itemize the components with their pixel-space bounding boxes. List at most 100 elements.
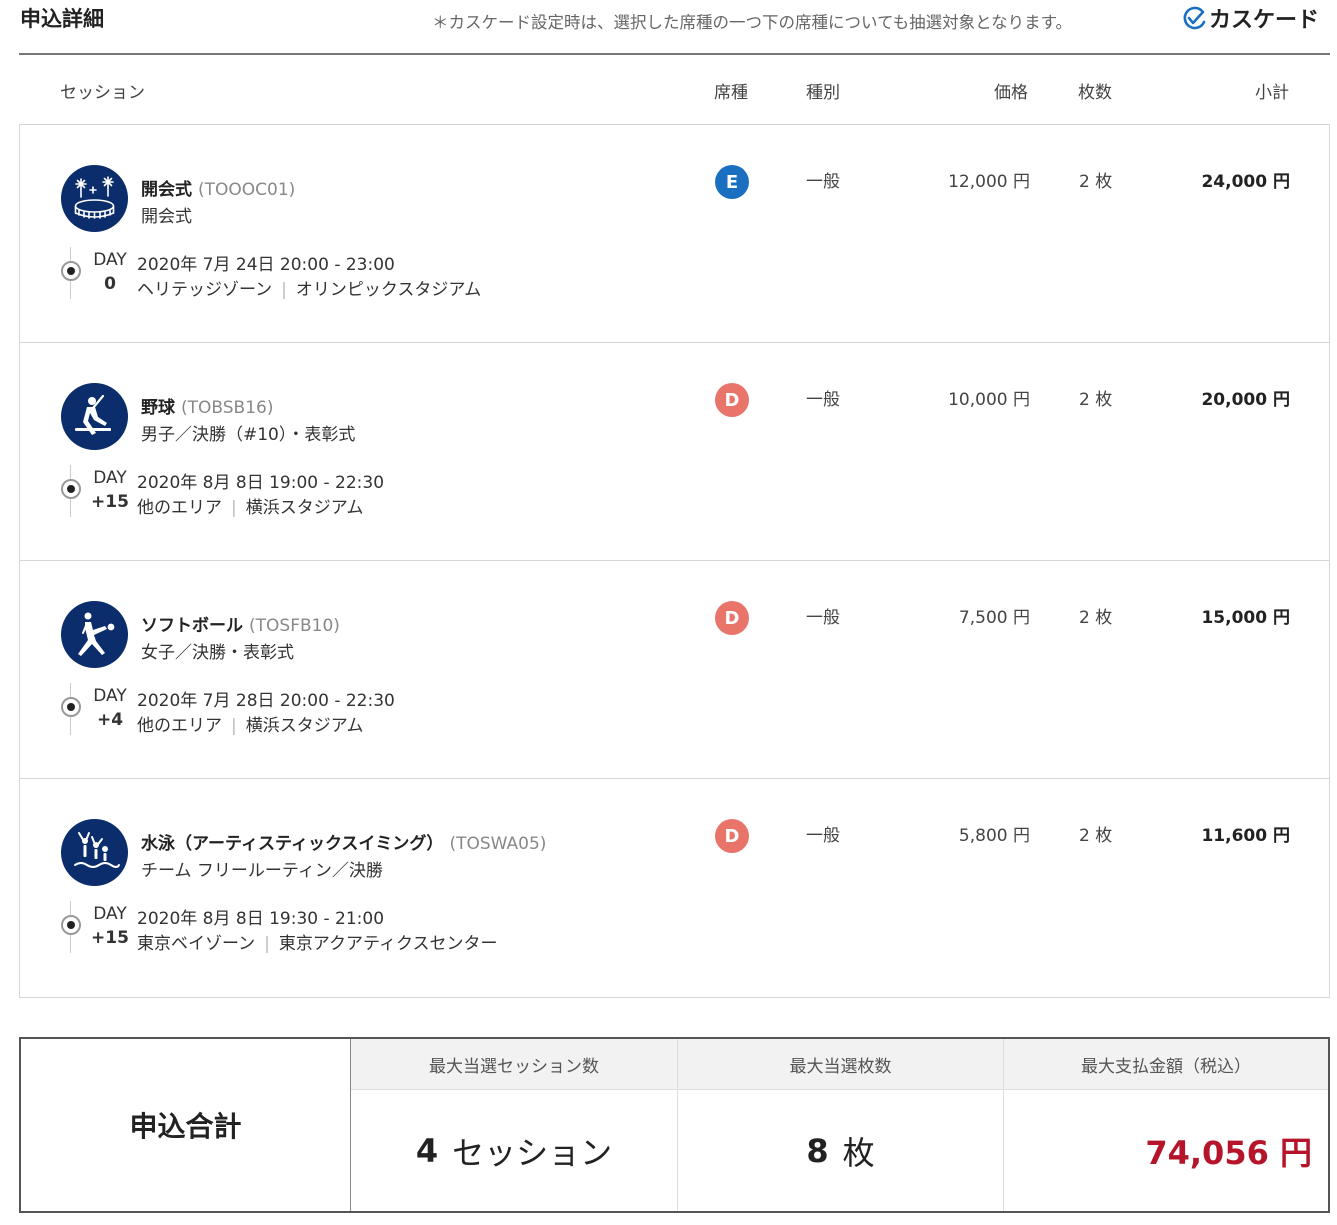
session-location: ヘリテッジゾーン | オリンピックスタジアム <box>137 275 481 300</box>
opening-ceremony-icon <box>61 165 128 232</box>
seat-badge: D <box>715 819 749 853</box>
session-location: 他のエリア | 横浜スタジアム <box>137 493 364 518</box>
session-venue: オリンピックスタジアム <box>295 280 482 300</box>
max-amount-value: 74,056 円 <box>1145 1133 1312 1172</box>
day-label: DAY <box>93 468 127 488</box>
session-zone: 他のエリア <box>137 498 222 518</box>
ticket-price: 5,800 円 <box>958 826 1030 846</box>
seat-badge: E <box>715 165 749 199</box>
seat-badge: D <box>715 601 749 635</box>
session-code: (TOSFB10) <box>249 616 340 636</box>
session-venue: 横浜スタジアム <box>245 716 364 736</box>
session-location: 他のエリア | 横浜スタジアム <box>137 711 364 736</box>
max-tickets-unit: 枚 <box>842 1133 875 1172</box>
cascade-note: ＊カスケード設定時は、選択した席種の一つ下の席種についても抽選対象となります。 <box>432 13 1073 32</box>
session-subtitle: 男子／決勝（#10）・表彰式 <box>141 425 356 445</box>
day-offset: +15 <box>91 928 129 948</box>
page-title: 申込詳細 <box>20 7 104 31</box>
day-label: DAY <box>93 686 127 706</box>
session-name: ソフトボール <box>141 616 243 636</box>
totals-label: 申込合計 <box>21 1039 351 1211</box>
seat-badge: D <box>715 383 749 417</box>
column-header-price: 価格 <box>994 83 1028 103</box>
session-subtitle: 開会式 <box>141 207 192 227</box>
totals-panel: 申込合計 最大当選セッション数 4 セッション 最大当選枚数 8枚 最大支払金額（… <box>19 1037 1330 1213</box>
session-datetime: 2020年 8月 8日 19:00 - 22:30 <box>137 473 385 493</box>
ticket-price: 12,000 円 <box>948 172 1030 192</box>
ticket-price: 7,500 円 <box>958 608 1030 628</box>
session-title: 野球 (TOBSB16) <box>141 393 273 418</box>
column-header-subtotal: 小計 <box>1255 83 1289 103</box>
session-subtitle: 女子／決勝・表彰式 <box>141 643 294 663</box>
column-header-qty: 枚数 <box>1078 83 1112 103</box>
session-list: 開会式 (TOOOC01) 開会式 DAY 0 2020年 7月 24日 20:0… <box>19 124 1330 998</box>
max-sessions-unit: セッション <box>452 1133 613 1172</box>
day-radio-icon <box>61 479 81 499</box>
cascade-label: カスケード <box>1209 8 1320 33</box>
session-datetime: 2020年 7月 24日 20:00 - 23:00 <box>137 255 395 275</box>
baseball-icon <box>61 383 128 450</box>
max-amount-cell: 最大支払金額（税込） 74,056 円 <box>1004 1039 1328 1211</box>
session-code: (TOSWA05) <box>449 834 547 854</box>
session-title: 水泳（アーティスティックスイミング） (TOSWA05) <box>141 829 546 854</box>
max-tickets-cell: 最大当選枚数 8枚 <box>678 1039 1004 1211</box>
day-radio-icon <box>61 261 81 281</box>
ticket-type: 一般 <box>806 390 840 410</box>
session-row: 野球 (TOBSB16) 男子／決勝（#10）・表彰式 DAY +15 2020年… <box>20 343 1329 561</box>
session-zone: ヘリテッジゾーン <box>137 280 273 300</box>
max-sessions-header: 最大当選セッション数 <box>351 1039 677 1090</box>
location-separator: | <box>231 716 237 736</box>
ticket-qty: 2 枚 <box>1079 390 1113 410</box>
session-title: 開会式 (TOOOC01) <box>141 175 295 200</box>
location-separator: | <box>231 498 237 518</box>
session-row: 水泳（アーティスティックスイミング） (TOSWA05) チーム フリールーティン… <box>20 779 1329 997</box>
ticket-price: 10,000 円 <box>948 390 1030 410</box>
session-subtitle: チーム フリールーティン／決勝 <box>141 861 383 881</box>
day-offset: +4 <box>96 710 124 730</box>
max-sessions-number: 4 <box>415 1131 439 1170</box>
session-name: 水泳（アーティスティックスイミング） <box>141 834 444 854</box>
header-divider <box>19 53 1330 55</box>
session-datetime: 2020年 8月 8日 19:30 - 21:00 <box>137 909 385 929</box>
ticket-type: 一般 <box>806 172 840 192</box>
row-subtotal: 24,000 円 <box>1201 172 1290 192</box>
ticket-qty: 2 枚 <box>1079 608 1113 628</box>
row-subtotal: 11,600 円 <box>1201 826 1290 846</box>
cascade-indicator: カスケード <box>1180 2 1319 34</box>
session-datetime: 2020年 7月 28日 20:00 - 22:30 <box>137 691 395 711</box>
column-header-session: セッション <box>60 83 145 103</box>
artistic-swimming-icon <box>61 819 128 886</box>
session-zone: 他のエリア <box>137 716 222 736</box>
session-venue: 横浜スタジアム <box>245 498 364 518</box>
session-row: ソフトボール (TOSFB10) 女子／決勝・表彰式 DAY +4 2020年 7… <box>20 561 1329 779</box>
day-label: DAY <box>93 250 127 270</box>
max-tickets-value: 8枚 <box>678 1090 1003 1211</box>
day-offset: 0 <box>104 274 116 294</box>
max-sessions-value: 4 セッション <box>351 1090 677 1211</box>
session-title: ソフトボール (TOSFB10) <box>141 611 340 636</box>
row-subtotal: 15,000 円 <box>1201 608 1290 628</box>
day-radio-icon <box>61 697 81 717</box>
column-header-seat: 席種 <box>714 83 748 103</box>
ticket-qty: 2 枚 <box>1079 172 1113 192</box>
max-tickets-number: 8 <box>806 1131 829 1170</box>
ticket-qty: 2 枚 <box>1079 826 1113 846</box>
session-code: (TOBSB16) <box>181 398 274 418</box>
cascade-check-icon <box>1183 6 1206 30</box>
session-name: 野球 <box>141 398 175 418</box>
location-separator: | <box>281 280 287 300</box>
softball-icon <box>61 601 128 668</box>
column-header-type: 種別 <box>806 83 840 103</box>
page-header: 申込詳細 ＊カスケード設定時は、選択した席種の一つ下の席種についても抽選対象とな… <box>0 0 1337 40</box>
row-subtotal: 20,000 円 <box>1201 390 1290 410</box>
day-label: DAY <box>93 904 127 924</box>
max-amount-header: 最大支払金額（税込） <box>1004 1039 1328 1090</box>
max-tickets-header: 最大当選枚数 <box>678 1039 1003 1090</box>
location-separator: | <box>264 934 270 954</box>
day-offset: +15 <box>91 492 129 512</box>
ticket-type: 一般 <box>806 608 840 628</box>
session-row: 開会式 (TOOOC01) 開会式 DAY 0 2020年 7月 24日 20:0… <box>20 125 1329 343</box>
session-code: (TOOOC01) <box>198 180 296 200</box>
session-name: 開会式 <box>141 180 192 200</box>
day-radio-icon <box>61 915 81 935</box>
